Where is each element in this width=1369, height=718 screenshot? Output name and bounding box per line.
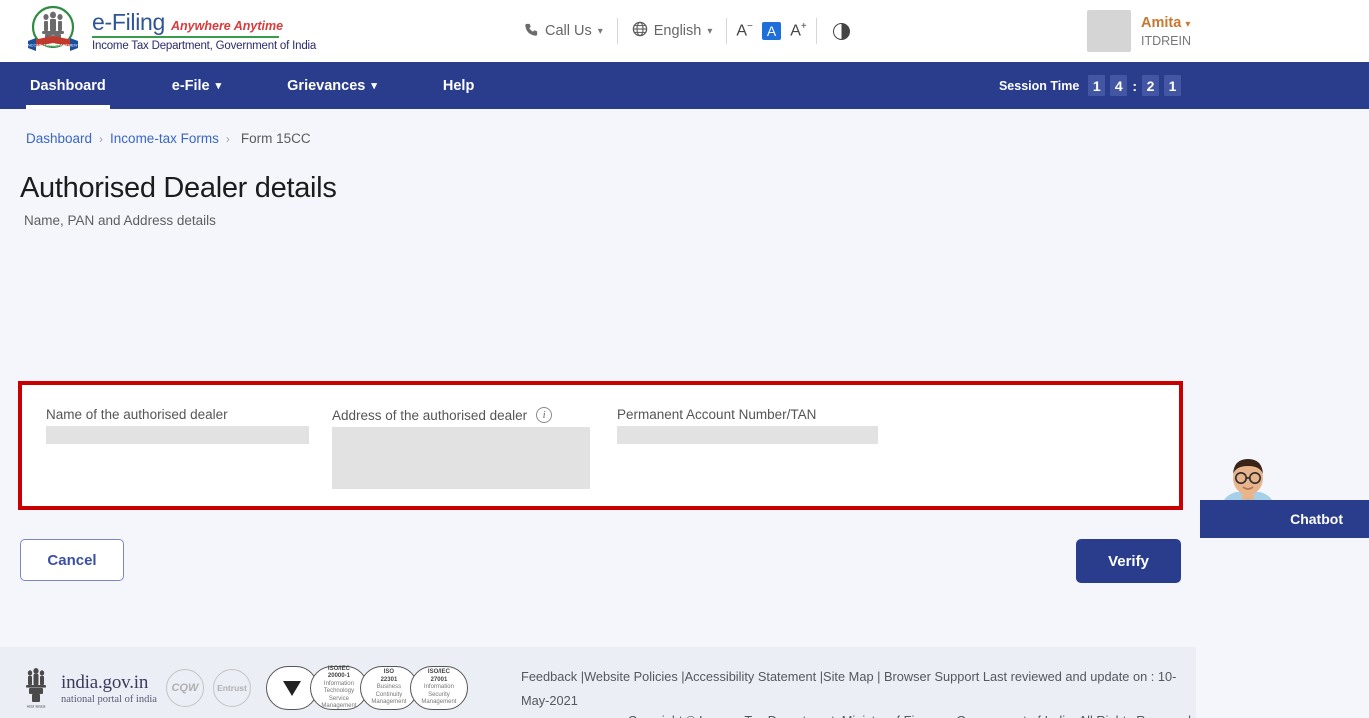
brand-divider: [92, 35, 279, 38]
form-fields: Name of the authorised dealer Address of…: [22, 385, 1179, 489]
nav-item-help[interactable]: Help: [431, 62, 486, 109]
field-value-redacted[interactable]: [617, 426, 878, 444]
breadcrumb-item-income-tax-forms[interactable]: Income-tax Forms: [110, 131, 219, 146]
footer-logos: भारत सरकार india.gov.in national portal …: [22, 665, 468, 711]
field-name-of-dealer: Name of the authorised dealer: [46, 407, 332, 489]
india-gov-subtitle: national portal of india: [61, 693, 157, 705]
nav-item-grievances[interactable]: Grievances ▾: [275, 62, 389, 109]
font-decrease-button[interactable]: A−: [727, 21, 762, 40]
page-subtitle: Name, PAN and Address details: [24, 213, 216, 228]
session-timer: Session Time 1 4 : 2 1: [999, 75, 1181, 96]
chevron-down-icon: ▾: [597, 25, 603, 37]
chatbot-label: Chatbot: [1290, 511, 1343, 527]
india-gov-title: india.gov.in: [61, 671, 149, 693]
nav-item-efile[interactable]: e-File ▾: [160, 62, 233, 109]
contrast-icon[interactable]: [832, 22, 850, 40]
field-value-redacted[interactable]: [332, 427, 590, 489]
nav-item-dashboard[interactable]: Dashboard: [18, 62, 118, 109]
brand-tagline: Anywhere Anytime: [171, 18, 284, 33]
user-menu[interactable]: Amita ▾ ITDREIN: [1087, 10, 1191, 52]
verify-button[interactable]: Verify: [1076, 539, 1181, 583]
field-address-of-dealer: Address of the authorised dealer i: [332, 407, 617, 489]
chatbot-widget[interactable]: Chatbot: [1200, 450, 1369, 538]
breadcrumb-item-dashboard[interactable]: Dashboard: [26, 131, 92, 146]
chevron-down-icon: ▾: [215, 80, 222, 92]
font-normal-button[interactable]: A: [761, 22, 782, 40]
svg-text:INCOME TAX DEPARTMENT: INCOME TAX DEPARTMENT: [27, 43, 80, 48]
bsi-logo-icon: [282, 680, 301, 696]
phone-icon: [524, 22, 539, 41]
brand-title: e-Filing Anywhere Anytime: [92, 8, 316, 35]
india-emblem-icon: INCOME TAX DEPARTMENT: [24, 4, 82, 58]
footer-links[interactable]: Feedback |Website Policies |Accessibilit…: [521, 665, 1191, 712]
avatar: [1087, 10, 1131, 52]
authorised-dealer-form-card: Name of the authorised dealer Address of…: [18, 381, 1183, 510]
main-content: Dashboard › Income-tax Forms › Form 15CC…: [0, 109, 1369, 718]
ashoka-emblem-icon: भारत सरकार: [22, 665, 50, 711]
globe-icon: [632, 21, 648, 41]
footer-copyright: Copyright © Income Tax Department, Minis…: [521, 713, 1191, 718]
session-digit: 4: [1110, 75, 1128, 96]
user-name: Amita ▾: [1141, 14, 1191, 31]
font-increase-button[interactable]: A+: [781, 21, 816, 40]
divider: [815, 18, 817, 44]
brand-name: e-Filing: [92, 8, 166, 35]
entrust-badge: Entrust: [212, 669, 251, 707]
field-label: Address of the authorised dealer i: [332, 407, 617, 423]
info-icon[interactable]: i: [536, 407, 553, 423]
cancel-button[interactable]: Cancel: [20, 539, 124, 581]
language-label: English: [653, 23, 702, 39]
brand-subtitle: Income Tax Department, Government of Ind…: [92, 39, 317, 52]
chevron-down-icon: ▾: [1185, 18, 1191, 30]
session-digit: 1: [1164, 75, 1181, 96]
breadcrumb-separator: ›: [99, 131, 104, 146]
breadcrumb-separator: ›: [225, 131, 230, 146]
india-gov-logo[interactable]: india.gov.in national portal of india: [61, 672, 157, 705]
cqw-badge: CQW: [165, 669, 204, 707]
breadcrumb: Dashboard › Income-tax Forms › Form 15CC: [0, 109, 1369, 146]
language-menu[interactable]: English ▾: [618, 21, 727, 41]
page-footer: भारत सरकार india.gov.in national portal …: [0, 647, 1196, 718]
page-title: Authorised Dealer details: [20, 172, 337, 204]
brand-logo[interactable]: INCOME TAX DEPARTMENT e-Filing Anywhere A…: [24, 4, 316, 58]
session-timer-label: Session Time: [998, 78, 1080, 93]
session-digit: 2: [1142, 75, 1159, 96]
iso-badge-27001: ISO/IEC 27001 Information Security Manag…: [409, 666, 468, 710]
chatbot-button[interactable]: Chatbot: [1200, 500, 1369, 538]
session-digit: 1: [1088, 75, 1106, 96]
iso-badges: ISO/IEC 20000-1 Information Technology S…: [265, 666, 468, 710]
svg-text:भारत सरकार: भारत सरकार: [27, 704, 46, 709]
field-pan-tan: Permanent Account Number/TAN: [617, 407, 917, 489]
field-label: Permanent Account Number/TAN: [617, 407, 817, 422]
top-header: INCOME TAX DEPARTMENT e-Filing Anywhere A…: [0, 0, 1369, 62]
session-separator: :: [1132, 77, 1137, 94]
user-role: ITDREIN: [1141, 33, 1191, 48]
chevron-down-icon: ▾: [707, 25, 713, 37]
field-label: Name of the authorised dealer: [46, 407, 228, 422]
header-tools: Call Us ▾ English ▾ A− A A+: [510, 0, 866, 62]
chevron-down-icon: ▾: [371, 80, 377, 92]
field-value-redacted[interactable]: [46, 426, 309, 444]
main-navigation: Dashboard e-File ▾ Grievances ▾ Help Ses…: [0, 62, 1369, 109]
call-us-label: Call Us: [545, 23, 592, 39]
breadcrumb-item-current: Form 15CC: [240, 131, 311, 146]
call-us-menu[interactable]: Call Us ▾: [510, 22, 617, 41]
